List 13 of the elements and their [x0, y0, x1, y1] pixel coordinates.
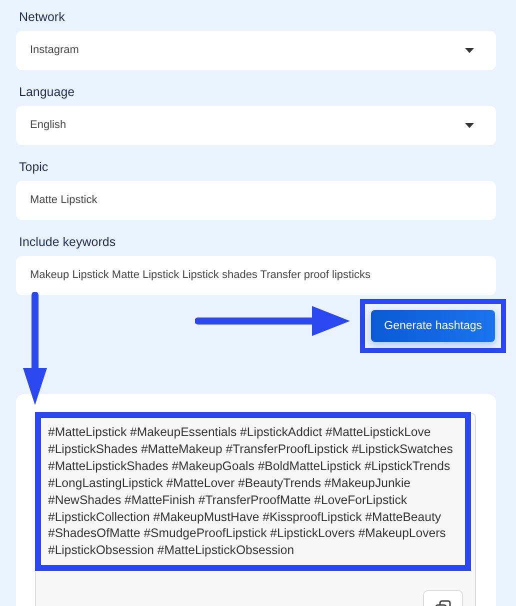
caret-icon: [465, 48, 474, 53]
select-field[interactable]: English: [16, 106, 496, 145]
field-label: Network: [19, 9, 66, 26]
generate-button[interactable]: Generate hashtags: [371, 310, 495, 342]
input-field[interactable]: Makeup Lipstick Matte Lipstick Lipstick shades Transfer proof lipsticks: [16, 256, 496, 295]
field-label: Topic: [19, 159, 50, 176]
hashtags-text: #MatteLipstick #MakeupEssentials #LipstickAddict #MatteLipstickLove #LipstickShades #MatteMakeup #TransferProofLipstick #LipstickSwatches #MatteLipstickShades #MakeupGoals #BoldMatteLipstick #LipstickTrends #LongLastingLipstick #MatteLover #BeautyTrends #MakeupJunkie #NewShades #MatteFinish #TransferProofMatte #LoveForLipstick #LipstickCollection #MakeupMustHave #KissproofLipstick #MatteBeauty #ShadesOfMatte #SmudgeProofLipstick #LipstickLovers #MakeupLovers #LipstickObsession #MatteLipstickObsession: [48, 424, 453, 560]
caret-icon: [465, 123, 474, 128]
input-field[interactable]: Matte Lipstick: [16, 181, 496, 220]
field-label: Include keywords: [19, 234, 117, 251]
select-field[interactable]: Instagram: [16, 31, 496, 70]
field-label: Language: [19, 84, 76, 101]
result-textarea[interactable]: [35, 413, 476, 606]
